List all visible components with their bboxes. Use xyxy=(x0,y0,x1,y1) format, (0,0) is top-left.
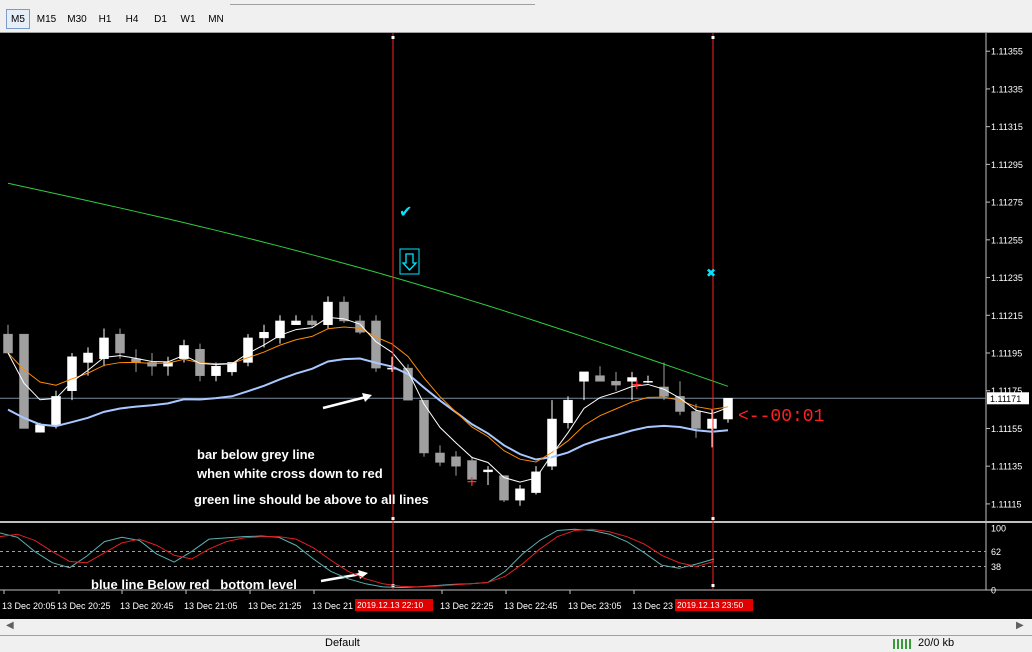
candle-body xyxy=(99,337,109,359)
candle-body xyxy=(515,488,525,501)
candle-body xyxy=(691,411,701,429)
time-tick-label: 13 Dec 20:45 xyxy=(120,601,174,611)
candle-body xyxy=(211,365,221,376)
timeframe-mn-button[interactable]: MN xyxy=(202,9,230,29)
price-tick-label: 1.11295 xyxy=(991,160,1023,170)
candle-body xyxy=(643,381,653,383)
timeframe-m30-button[interactable]: M30 xyxy=(63,9,91,29)
current-price-label: 1.11171 xyxy=(990,394,1021,404)
annotation-white-cross-red: when white cross down to red xyxy=(196,466,383,481)
price-tick-label: 1.11235 xyxy=(991,273,1023,283)
price-tick-label: 1.11155 xyxy=(991,424,1022,434)
timeframe-d1-button[interactable]: D1 xyxy=(148,9,173,29)
candle-body xyxy=(307,320,317,325)
candle-body xyxy=(499,475,509,501)
scroll-left-icon[interactable]: ◀ xyxy=(6,620,14,631)
timeframe-w1-button[interactable]: W1 xyxy=(177,9,199,29)
candle-body xyxy=(483,469,493,473)
price-tick-label: 1.11255 xyxy=(991,235,1023,245)
candle-body xyxy=(115,333,125,354)
vline-time-label: 2019.12.13 22:10 xyxy=(357,600,423,610)
timeframe-m15-button[interactable]: M15 xyxy=(33,9,60,29)
candle-body xyxy=(323,301,333,325)
time-tick-label: 13 Dec 21 xyxy=(312,601,353,611)
candle-body xyxy=(19,333,29,429)
timeframe-toolbar: M5 M15 M30 H1 H4 D1 W1 MN xyxy=(0,0,1032,33)
annotation-blue-below-red: blue line Below red _bottom level xyxy=(91,577,297,592)
candle-body xyxy=(83,352,93,363)
price-tick-label: 1.11115 xyxy=(991,499,1022,509)
candle-body xyxy=(259,332,269,339)
vline-handle[interactable] xyxy=(391,517,395,520)
price-tick-label: 1.11315 xyxy=(991,122,1023,132)
timeframe-h1-button[interactable]: H1 xyxy=(94,9,116,29)
timeframe-m5-button[interactable]: M5 xyxy=(6,9,30,29)
annotation-green-above: green line should be above to all lines xyxy=(194,492,429,507)
price-chart[interactable]: 1.11355 1.11335 1.11315 1.11295 1.11275 1.112… xyxy=(0,33,1032,619)
price-tick-label: 1.11195 xyxy=(991,349,1022,359)
time-tick-label: 13 Dec 20:05 xyxy=(2,601,56,611)
time-tick-label: 13 Dec 22:45 xyxy=(504,601,558,611)
candle-body xyxy=(531,471,541,493)
close-x-icon: ✖ xyxy=(706,266,716,280)
candle-body xyxy=(611,381,621,386)
annotation-bar-below-grey: bar below grey line xyxy=(197,447,315,462)
osc-tick-label: 0 xyxy=(991,586,996,596)
time-tick-label: 13 Dec 21:25 xyxy=(248,601,302,611)
candle-body xyxy=(707,418,717,429)
chart-scrollbar[interactable]: ◀ ▶ xyxy=(0,619,1032,635)
osc-tick-label: 38 xyxy=(991,562,1001,572)
time-tick-label: 13 Dec 23:05 xyxy=(568,601,622,611)
countdown-timer: <--00:01 xyxy=(738,407,824,427)
vline-time-label: 2019.12.13 23:50 xyxy=(677,600,743,610)
candle-body xyxy=(563,399,573,424)
price-tick-label: 1.11335 xyxy=(991,84,1023,94)
candle-body xyxy=(35,424,45,433)
candle-body xyxy=(3,333,13,354)
candle-body xyxy=(435,452,445,463)
main-plot-area xyxy=(0,33,986,521)
time-tick-label: 13 Dec 20:25 xyxy=(57,601,111,611)
candle-body xyxy=(291,320,301,325)
vline-handle[interactable] xyxy=(711,36,715,39)
time-tick-label: 13 Dec 21:05 xyxy=(184,601,238,611)
vline-handle[interactable] xyxy=(711,517,715,520)
red-cross-icon: + xyxy=(631,377,643,393)
osc-tick-label: 62 xyxy=(991,547,1001,557)
price-tick-label: 1.11275 xyxy=(991,198,1023,208)
scroll-right-icon[interactable]: ▶ xyxy=(1016,620,1024,631)
timeframe-h4-button[interactable]: H4 xyxy=(119,9,145,29)
checkmark-icon: ✔ xyxy=(399,202,412,221)
candle-body xyxy=(51,396,61,425)
osc-tick-label: 100 xyxy=(991,524,1006,534)
traffic-label: 20/0 kb xyxy=(918,637,955,649)
time-tick-label: 13 Dec 22:25 xyxy=(440,601,494,611)
candle-body xyxy=(579,371,589,382)
connection-icon xyxy=(893,639,913,649)
candle-body xyxy=(595,375,605,382)
vline-handle[interactable] xyxy=(391,36,395,39)
price-tick-label: 1.11355 xyxy=(991,47,1023,57)
price-tick-label: 1.11135 xyxy=(991,462,1022,472)
vline-handle[interactable] xyxy=(711,584,715,587)
red-cross-icon: + xyxy=(466,474,478,490)
status-bar: Default 20/0 kb xyxy=(0,635,1032,652)
toolbar-separator xyxy=(230,0,535,5)
profile-label: Default xyxy=(325,637,360,649)
price-tick-label: 1.11215 xyxy=(991,311,1023,321)
candle-body xyxy=(451,456,461,467)
time-tick-label: 13 Dec 23 xyxy=(632,601,673,611)
